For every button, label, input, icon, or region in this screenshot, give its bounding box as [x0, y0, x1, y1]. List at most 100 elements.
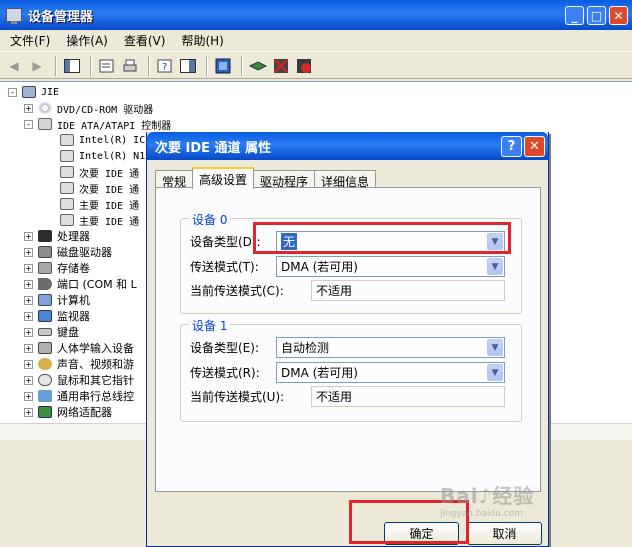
- tree-child[interactable]: 主要 IDE 通: [60, 212, 139, 228]
- tree-child[interactable]: Intel(R) N1: [60, 148, 145, 164]
- tree-item-label: IDE ATA/ATAPI 控制器: [57, 120, 172, 132]
- tree-item-label: 鼠标和其它指针: [57, 374, 134, 387]
- menu-file[interactable]: 文件(F): [0, 32, 58, 49]
- tree-item[interactable]: + 计算机: [24, 292, 90, 308]
- show-hide-tree-icon[interactable]: [62, 56, 82, 76]
- device1-group: 设备 1 设备类型(E): 自动检测 ▼ 传送模式(R): DMA (若可用) …: [180, 317, 522, 422]
- tree-item[interactable]: + 网络适配器: [24, 404, 112, 420]
- device1-type-label: 设备类型(E):: [190, 340, 259, 355]
- ide-channel-icon: [60, 150, 74, 162]
- tree-child-label: Intel(R) IC: [79, 134, 146, 146]
- forward-icon[interactable]: ▶: [27, 56, 47, 76]
- expand-icon[interactable]: +: [24, 295, 33, 305]
- menu-action[interactable]: 操作(A): [58, 32, 116, 49]
- processor-icon: [38, 230, 52, 242]
- device1-type-select[interactable]: 自动检测 ▼: [276, 337, 505, 358]
- tab-advanced[interactable]: 高级设置: [192, 167, 255, 189]
- tree-item-label: 通用串行总线控: [57, 390, 134, 403]
- device0-title: 设备 0: [189, 211, 231, 228]
- highlight-device-type: [253, 222, 511, 254]
- device0-current-label: 当前传送模式(C):: [190, 283, 284, 298]
- network-adapter-icon: [38, 406, 52, 418]
- tree-item[interactable]: + 通用串行总线控: [24, 388, 134, 404]
- print-icon[interactable]: [120, 56, 140, 76]
- tree-item[interactable]: + 人体学输入设备: [24, 340, 134, 356]
- chevron-down-icon[interactable]: ▼: [487, 339, 503, 356]
- dvd-drive-icon: [38, 102, 52, 114]
- expand-icon[interactable]: +: [24, 407, 33, 417]
- tree-item[interactable]: + 监视器: [24, 308, 90, 324]
- tree-child-label: Intel(R) N1: [79, 150, 146, 162]
- expand-icon[interactable]: +: [24, 327, 33, 337]
- update-driver-icon[interactable]: [248, 56, 268, 76]
- view-icon[interactable]: [178, 56, 198, 76]
- expand-icon[interactable]: +: [24, 231, 33, 241]
- main-titlebar: 设备管理器: [0, 0, 632, 30]
- tree-child[interactable]: 主要 IDE 通: [60, 196, 139, 212]
- tree-item[interactable]: + 鼠标和其它指针: [24, 372, 134, 388]
- usb-icon: [38, 390, 52, 402]
- toolbar-separator: [90, 55, 92, 76]
- menu-help[interactable]: 帮助(H): [173, 32, 231, 49]
- toolbar-separator: [241, 55, 243, 76]
- dialog-close-button[interactable]: ✕: [524, 136, 545, 157]
- dialog-help-button[interactable]: ?: [501, 136, 522, 157]
- cancel-button[interactable]: 取消: [467, 522, 542, 545]
- expand-icon[interactable]: +: [24, 375, 33, 385]
- chevron-down-icon[interactable]: ▼: [487, 258, 503, 275]
- ide-channel-icon: [60, 134, 74, 146]
- chevron-down-icon[interactable]: ▼: [487, 364, 503, 381]
- tree-item[interactable]: + 处理器: [24, 228, 90, 244]
- back-icon[interactable]: ◀: [4, 56, 24, 76]
- tree-child[interactable]: 次要 IDE 通: [60, 180, 139, 196]
- expand-icon[interactable]: +: [24, 311, 33, 321]
- expand-icon[interactable]: +: [24, 279, 33, 289]
- port-icon: [38, 278, 52, 290]
- maximize-button[interactable]: □: [587, 6, 606, 25]
- properties-icon[interactable]: [97, 56, 117, 76]
- sound-icon: [38, 358, 52, 370]
- dialog-titlebar: 次要 IDE 通道 属性: [147, 132, 548, 160]
- tree-item-label: 监视器: [57, 310, 90, 323]
- menu-view[interactable]: 查看(V): [116, 32, 174, 49]
- device0-transfer-label: 传送模式(T):: [190, 259, 259, 274]
- tree-item[interactable]: + 键盘: [24, 324, 79, 340]
- expand-icon[interactable]: +: [24, 247, 33, 257]
- device0-current-value: 不适用: [311, 280, 505, 301]
- tree-child[interactable]: 次要 IDE 通: [60, 164, 139, 180]
- tree-root[interactable]: - JIE: [8, 84, 59, 100]
- collapse-icon[interactable]: -: [24, 119, 33, 129]
- disable-device-icon[interactable]: [271, 56, 291, 76]
- toolbar-separator: [206, 55, 208, 76]
- scan-hardware-icon[interactable]: [213, 56, 233, 76]
- expand-icon[interactable]: +: [24, 343, 33, 353]
- tree-item[interactable]: + 端口 (COM 和 L: [24, 276, 137, 292]
- device0-transfer-value: DMA (若可用): [281, 260, 358, 274]
- tree-child-label: 次要 IDE 通: [79, 184, 140, 196]
- expand-icon[interactable]: +: [24, 103, 33, 113]
- tree-item-label: 端口 (COM 和 L: [57, 278, 137, 291]
- tree-item-label: 网络适配器: [57, 406, 112, 419]
- tree-item[interactable]: + 磁盘驱动器: [24, 244, 112, 260]
- tree-item[interactable]: + 存储卷: [24, 260, 90, 276]
- minimize-button[interactable]: _: [565, 6, 584, 25]
- ide-channel-icon: [60, 214, 74, 226]
- menu-bar: 文件(F) 操作(A) 查看(V) 帮助(H): [0, 30, 632, 52]
- watermark: Bai♪经验 jingyan.baidu.com: [440, 484, 535, 519]
- expand-icon[interactable]: +: [24, 391, 33, 401]
- device0-transfer-select[interactable]: DMA (若可用) ▼: [276, 256, 505, 277]
- close-button[interactable]: ✕: [609, 6, 628, 25]
- mouse-icon: [38, 374, 52, 386]
- tree-child[interactable]: Intel(R) IC: [60, 132, 145, 148]
- collapse-icon[interactable]: -: [8, 87, 17, 97]
- help-icon[interactable]: ?: [155, 56, 175, 76]
- tree-child-label: 主要 IDE 通: [79, 200, 140, 212]
- uninstall-device-icon[interactable]: [294, 56, 314, 76]
- tree-item[interactable]: + 声音、视频和游: [24, 356, 134, 372]
- expand-icon[interactable]: +: [24, 359, 33, 369]
- device1-current-label: 当前传送模式(U):: [190, 389, 285, 404]
- expand-icon[interactable]: +: [24, 263, 33, 273]
- tree-item[interactable]: + DVD/CD-ROM 驱动器: [24, 100, 153, 116]
- tree-item[interactable]: - IDE ATA/ATAPI 控制器: [24, 116, 171, 132]
- device1-transfer-select[interactable]: DMA (若可用) ▼: [276, 362, 505, 383]
